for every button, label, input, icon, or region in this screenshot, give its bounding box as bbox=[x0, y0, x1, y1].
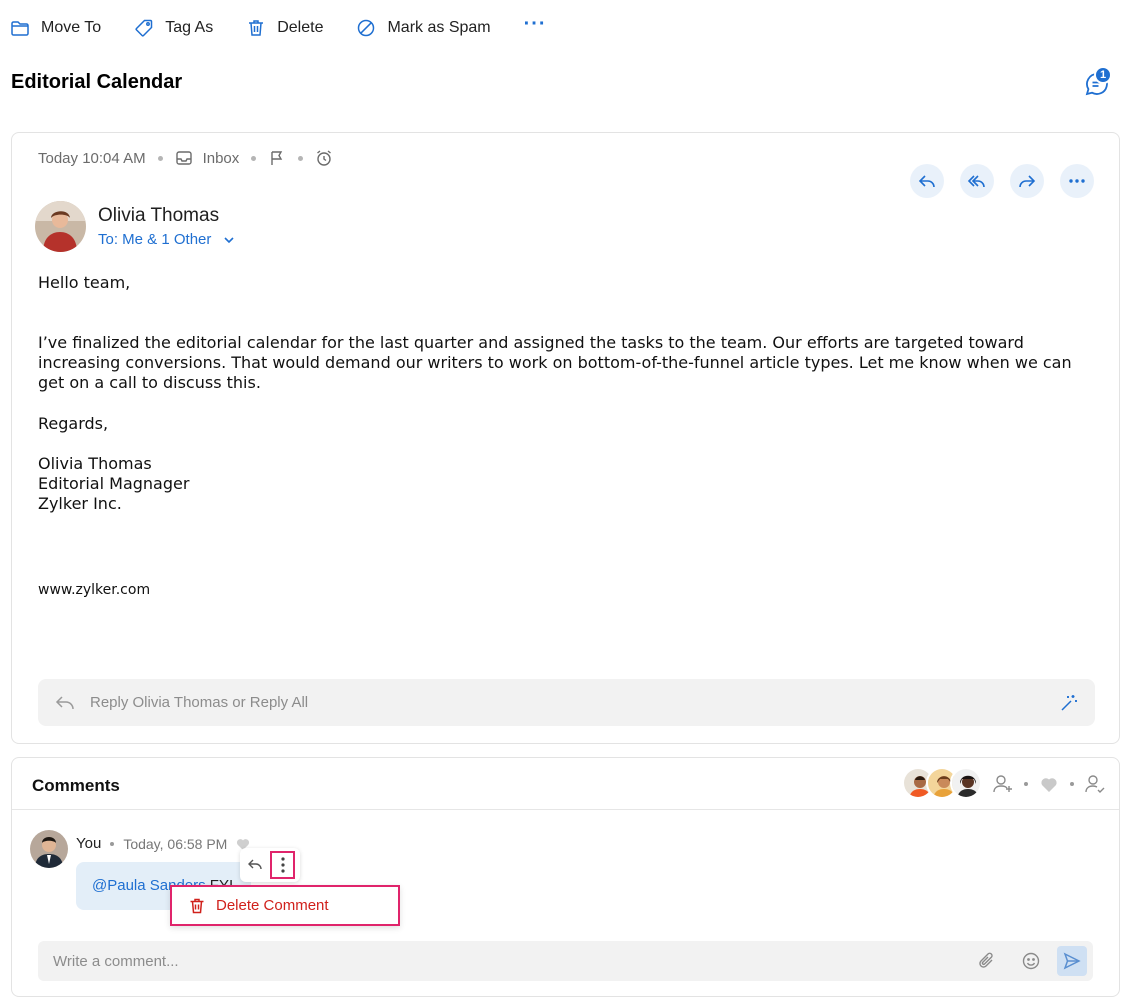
reply-icon bbox=[248, 859, 262, 870]
comment-tools bbox=[992, 773, 1106, 795]
quick-reply-placeholder: Reply Olivia Thomas or Reply All bbox=[90, 694, 309, 711]
folder-icon bbox=[11, 21, 29, 36]
trash-icon bbox=[190, 898, 204, 913]
magic-wand-icon[interactable] bbox=[1059, 693, 1079, 713]
delete-comment-label: Delete Comment bbox=[216, 897, 329, 914]
sender-name[interactable]: Olivia Thomas bbox=[98, 205, 219, 227]
user-check-icon[interactable] bbox=[1084, 773, 1106, 795]
chat-count-badge: 1 bbox=[1094, 66, 1112, 84]
page-title: Editorial Calendar bbox=[11, 71, 183, 93]
comment-reply-button[interactable] bbox=[240, 850, 270, 880]
reply-icon bbox=[55, 695, 74, 709]
mail-greeting: Hello team, bbox=[38, 273, 131, 292]
more-vertical-icon bbox=[280, 857, 285, 873]
separator-dot bbox=[1070, 782, 1074, 786]
send-comment-button[interactable] bbox=[1057, 946, 1087, 976]
mail-signature: Olivia Thomas Editorial Magnager Zylker … bbox=[38, 454, 190, 513]
comment-author: You bbox=[76, 835, 102, 852]
reply-button[interactable] bbox=[910, 164, 944, 198]
delete-button[interactable]: Delete bbox=[246, 18, 323, 38]
heart-icon[interactable] bbox=[1038, 773, 1060, 795]
inbox-icon bbox=[175, 151, 192, 165]
comment-author-avatar bbox=[30, 830, 68, 868]
comment-input[interactable]: Write a comment... bbox=[38, 941, 1093, 981]
mail-body: Hello team, I’ve finalized the editorial… bbox=[38, 273, 1098, 514]
chevron-down-icon bbox=[224, 236, 234, 243]
send-icon bbox=[1063, 952, 1081, 970]
forward-button[interactable] bbox=[1010, 164, 1044, 198]
mail-regards: Regards, bbox=[38, 414, 109, 433]
sender-avatar[interactable] bbox=[35, 201, 86, 252]
flag-icon[interactable] bbox=[268, 149, 286, 167]
mail-more-button[interactable] bbox=[1060, 164, 1094, 198]
mail-time: Today 10:04 AM bbox=[38, 149, 146, 167]
separator-dot bbox=[1024, 782, 1028, 786]
paperclip-icon[interactable] bbox=[977, 951, 997, 971]
tag-icon bbox=[135, 19, 153, 37]
participant-avatar bbox=[950, 767, 982, 799]
tag-as-label: Tag As bbox=[165, 19, 214, 36]
more-options-button[interactable]: ··· bbox=[524, 13, 547, 36]
reply-all-button[interactable] bbox=[960, 164, 994, 198]
mail-card: Today 10:04 AM Inbox Olivia Thomas To: M… bbox=[11, 132, 1120, 744]
website-link[interactable]: www.zylker.com bbox=[38, 582, 150, 598]
emoji-icon[interactable] bbox=[1021, 951, 1041, 971]
comment-time: Today, 06:58 PM bbox=[123, 835, 228, 852]
mark-spam-label: Mark as Spam bbox=[387, 19, 491, 36]
separator-dot bbox=[251, 155, 257, 161]
tag-as-button[interactable]: Tag As bbox=[134, 18, 213, 38]
recipients-toggle[interactable]: To: Me & 1 Other bbox=[98, 231, 236, 248]
more-horizontal-icon bbox=[1069, 179, 1085, 183]
move-to-label: Move To bbox=[41, 19, 102, 36]
comment-meta: You Today, 06:58 PM bbox=[76, 835, 251, 852]
comment-input-placeholder: Write a comment... bbox=[53, 952, 179, 970]
separator-dot bbox=[298, 155, 304, 161]
comment-more-button[interactable] bbox=[270, 851, 295, 879]
separator-dot bbox=[110, 841, 115, 846]
folder-link[interactable]: Inbox bbox=[175, 149, 240, 167]
toolbar: Move To Tag As Delete Mark as Spam ··· bbox=[0, 0, 1130, 56]
reply-all-icon bbox=[967, 175, 985, 188]
comment-hover-actions bbox=[240, 848, 300, 882]
delete-label: Delete bbox=[277, 19, 324, 36]
mail-meta: Today 10:04 AM Inbox bbox=[38, 149, 333, 167]
separator-dot bbox=[157, 155, 163, 161]
move-to-button[interactable]: Move To bbox=[10, 18, 101, 38]
folder-name: Inbox bbox=[202, 149, 240, 167]
trash-icon bbox=[249, 20, 264, 36]
add-user-icon[interactable] bbox=[992, 773, 1014, 795]
delete-comment-menu-item[interactable]: Delete Comment bbox=[170, 885, 400, 926]
mark-spam-button[interactable]: Mark as Spam bbox=[356, 18, 491, 38]
recipients-label: To: Me & 1 Other bbox=[98, 231, 212, 248]
reply-icon bbox=[918, 175, 935, 188]
spam-icon bbox=[358, 19, 375, 37]
mail-paragraph: I’ve finalized the editorial calendar fo… bbox=[38, 333, 1072, 392]
comment-input-tools bbox=[953, 946, 1087, 976]
comments-card: Comments You Today, 06:58 PM @Paula Sand… bbox=[11, 757, 1120, 997]
quick-reply-input[interactable]: Reply Olivia Thomas or Reply All bbox=[38, 679, 1095, 726]
mail-actions bbox=[894, 164, 1094, 198]
forward-icon bbox=[1019, 175, 1036, 188]
participant-avatars[interactable] bbox=[902, 767, 982, 799]
comments-title: Comments bbox=[32, 776, 120, 795]
comments-header: Comments bbox=[12, 758, 1119, 810]
alarm-icon[interactable] bbox=[315, 149, 333, 167]
